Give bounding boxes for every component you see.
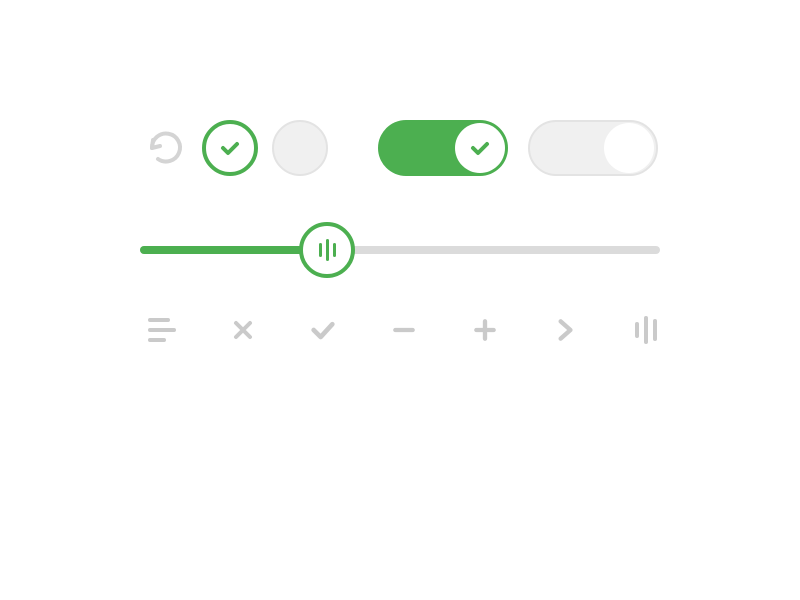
check-icon	[218, 136, 242, 160]
controls-row	[140, 120, 660, 176]
toggle-off[interactable]	[528, 120, 658, 176]
check-icon[interactable]	[309, 314, 338, 346]
toggle-knob	[604, 123, 654, 173]
check-icon	[468, 136, 492, 160]
refresh-icon[interactable]	[140, 124, 188, 172]
close-icon[interactable]	[229, 314, 258, 346]
equalizer-icon	[319, 243, 322, 257]
equalizer-icon[interactable]	[631, 314, 660, 346]
minus-icon[interactable]	[390, 314, 419, 346]
radio-checked[interactable]	[202, 120, 258, 176]
chevron-right-icon[interactable]	[551, 314, 580, 346]
slider[interactable]	[140, 246, 660, 254]
icon-row	[140, 314, 660, 346]
slider-row	[140, 246, 660, 254]
menu-icon[interactable]	[148, 314, 177, 346]
toggle-on[interactable]	[378, 120, 508, 176]
plus-icon[interactable]	[470, 314, 499, 346]
radio-unchecked[interactable]	[272, 120, 328, 176]
toggle-knob	[455, 123, 505, 173]
slider-thumb[interactable]	[299, 222, 355, 278]
